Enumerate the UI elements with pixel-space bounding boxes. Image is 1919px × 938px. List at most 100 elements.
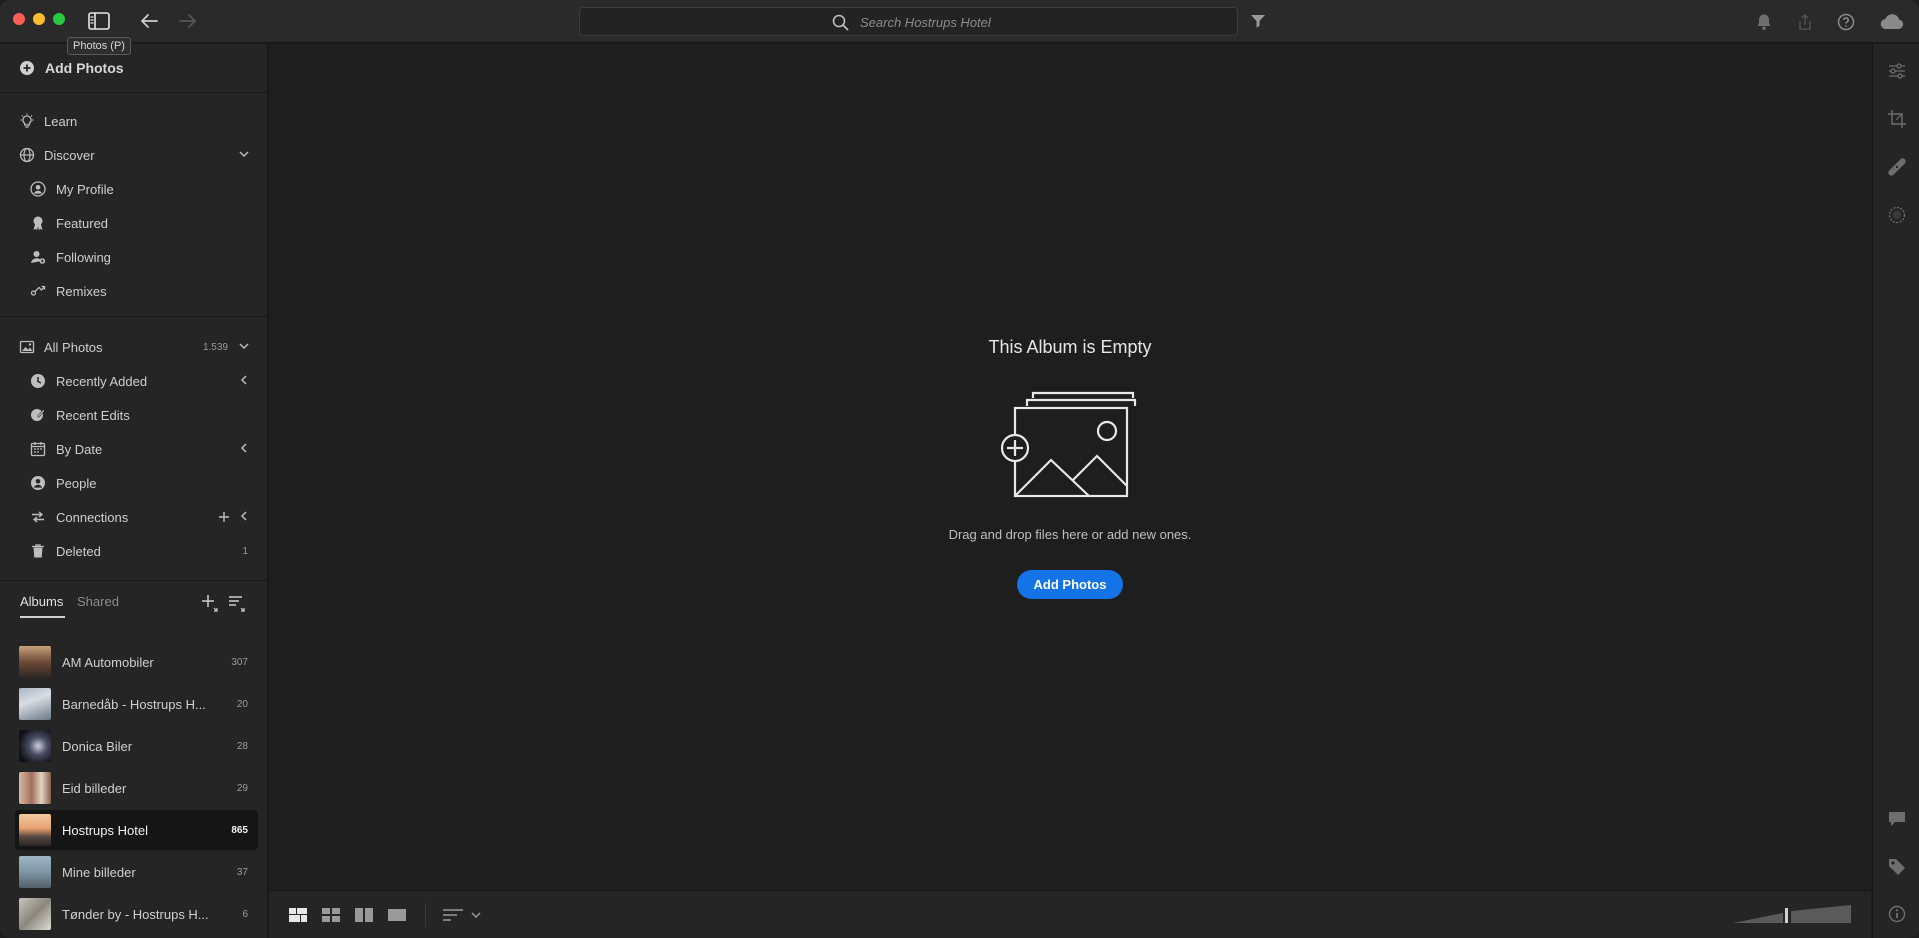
- album-item[interactable]: Tønder by - Hostrups H... 6: [15, 894, 258, 934]
- album-count: 865: [231, 824, 248, 836]
- search-bar[interactable]: [579, 7, 1238, 36]
- chevron-left-icon[interactable]: [238, 442, 250, 454]
- left-sidebar: Add Photos Learn Discover My Profile Fea…: [0, 44, 268, 938]
- sidebar-item-all-photos[interactable]: All Photos 1.539: [0, 330, 268, 364]
- sidebar-item-label: Featured: [56, 215, 109, 231]
- sidebar-item-recently-added[interactable]: Recently Added: [0, 364, 268, 398]
- album-label: AM Automobiler: [62, 654, 154, 670]
- photos-icon: [18, 338, 36, 356]
- photos-panel-toggle-button[interactable]: [86, 8, 112, 34]
- sort-options-dropdown[interactable]: [465, 905, 487, 925]
- clock-icon: [29, 372, 47, 390]
- help-icon: [1837, 13, 1855, 31]
- album-count: 29: [236, 782, 248, 794]
- bell-icon: [1757, 14, 1771, 31]
- sidebar-item-following[interactable]: Following: [0, 240, 268, 274]
- sidebar-item-my-profile[interactable]: My Profile: [0, 172, 268, 206]
- window-maximize-button[interactable]: [53, 13, 65, 25]
- album-count: 28: [236, 740, 248, 752]
- add-photos-sidebar-button[interactable]: Add Photos: [0, 44, 268, 93]
- crop-icon: [1888, 110, 1906, 128]
- profile-icon: [29, 180, 47, 198]
- lightbulb-icon: [18, 112, 36, 130]
- help-button[interactable]: [1833, 9, 1859, 35]
- deleted-count: 1: [242, 545, 248, 557]
- album-item[interactable]: Mine billeder 37: [15, 852, 258, 892]
- sidebar-item-deleted[interactable]: Deleted 1: [0, 534, 268, 568]
- photo-grid-icon: [289, 908, 307, 922]
- sidebar-item-recent-edits[interactable]: Recent Edits: [0, 398, 268, 432]
- view-square-grid-button[interactable]: [320, 905, 342, 925]
- add-connection-icon[interactable]: [218, 511, 230, 523]
- window-minimize-button[interactable]: [33, 13, 45, 25]
- sidebar-divider: [0, 580, 268, 581]
- edit-panel-button[interactable]: [1885, 59, 1909, 83]
- right-toolbar: [1872, 44, 1919, 938]
- crop-button[interactable]: [1885, 107, 1909, 131]
- info-button[interactable]: [1885, 902, 1909, 926]
- forward-button[interactable]: [175, 8, 201, 34]
- view-compare-button[interactable]: [353, 905, 375, 925]
- album-item[interactable]: Barnedåb - Hostrups H... 20: [15, 684, 258, 724]
- sidebar-item-discover[interactable]: Discover: [0, 138, 268, 172]
- sidebar-item-connections[interactable]: Connections: [0, 500, 268, 534]
- sidebar-item-people[interactable]: People: [0, 466, 268, 500]
- add-photos-illustration-icon: [1000, 391, 1137, 498]
- title-bar: Photos (P): [0, 0, 1919, 55]
- album-item[interactable]: AM Automobiler 307: [15, 642, 258, 682]
- chevron-down-icon[interactable]: [238, 148, 250, 160]
- album-label: Donica Biler: [62, 738, 133, 754]
- sidebar-item-label: Remixes: [56, 283, 107, 299]
- thumbnail-size-slider[interactable]: [1733, 905, 1851, 925]
- window-close-button[interactable]: [13, 13, 25, 25]
- compare-icon: [355, 908, 373, 922]
- cloud-sync-button[interactable]: [1879, 9, 1905, 35]
- filter-button[interactable]: [1245, 8, 1271, 34]
- sidebar-item-learn[interactable]: Learn: [0, 104, 268, 138]
- album-item[interactable]: Eid billeder 29: [15, 768, 258, 808]
- album-count: 20: [236, 698, 248, 710]
- sidebar-item-label: Discover: [44, 147, 95, 163]
- search-input[interactable]: [860, 12, 1220, 32]
- album-thumbnail: [19, 646, 51, 678]
- keywords-button[interactable]: [1885, 855, 1909, 879]
- healing-button[interactable]: [1885, 155, 1909, 179]
- album-item[interactable]: Donica Biler 28: [15, 726, 258, 766]
- toolbar-divider: [425, 903, 426, 927]
- album-item-selected[interactable]: Hostrups Hotel 865: [15, 810, 258, 850]
- sidebar-item-remixes[interactable]: Remixes: [0, 274, 268, 308]
- album-label: Eid billeder: [62, 780, 127, 796]
- back-button[interactable]: [136, 8, 162, 34]
- add-photos-button[interactable]: Add Photos: [1017, 570, 1123, 599]
- chevron-left-icon[interactable]: [238, 510, 250, 522]
- filter-funnel-icon: [1251, 15, 1265, 28]
- chevron-down-icon[interactable]: [238, 340, 250, 352]
- sidebar-item-by-date[interactable]: By Date: [0, 432, 268, 466]
- notifications-button[interactable]: [1751, 9, 1777, 35]
- chevron-left-icon[interactable]: [238, 374, 250, 386]
- comments-button[interactable]: [1885, 807, 1909, 831]
- sidebar-item-label: Recent Edits: [56, 407, 130, 423]
- remix-icon: [29, 282, 47, 300]
- masking-icon: [1888, 206, 1906, 224]
- sidebar-panel-icon: [88, 12, 110, 30]
- share-button[interactable]: [1792, 9, 1818, 35]
- award-ribbon-icon: [29, 214, 47, 232]
- masking-button[interactable]: [1885, 203, 1909, 227]
- view-detail-button[interactable]: [386, 905, 408, 925]
- sidebar-item-label: Learn: [44, 113, 78, 129]
- chevron-down-icon: [471, 912, 481, 919]
- arrow-left-icon: [141, 14, 158, 28]
- tab-shared[interactable]: Shared: [77, 594, 119, 609]
- sidebar-item-label: Following: [56, 249, 111, 265]
- edit-brush-icon: [29, 406, 47, 424]
- album-tabs: Albums Shared: [0, 584, 268, 624]
- tag-icon: [1889, 859, 1905, 875]
- view-photo-grid-button[interactable]: [287, 905, 309, 925]
- sort-albums-icon[interactable]: [228, 594, 246, 612]
- create-album-icon[interactable]: [201, 594, 219, 612]
- tab-albums[interactable]: Albums: [20, 594, 66, 618]
- sort-button[interactable]: [442, 905, 464, 925]
- album-thumbnail: [19, 730, 51, 762]
- sidebar-item-featured[interactable]: Featured: [0, 206, 268, 240]
